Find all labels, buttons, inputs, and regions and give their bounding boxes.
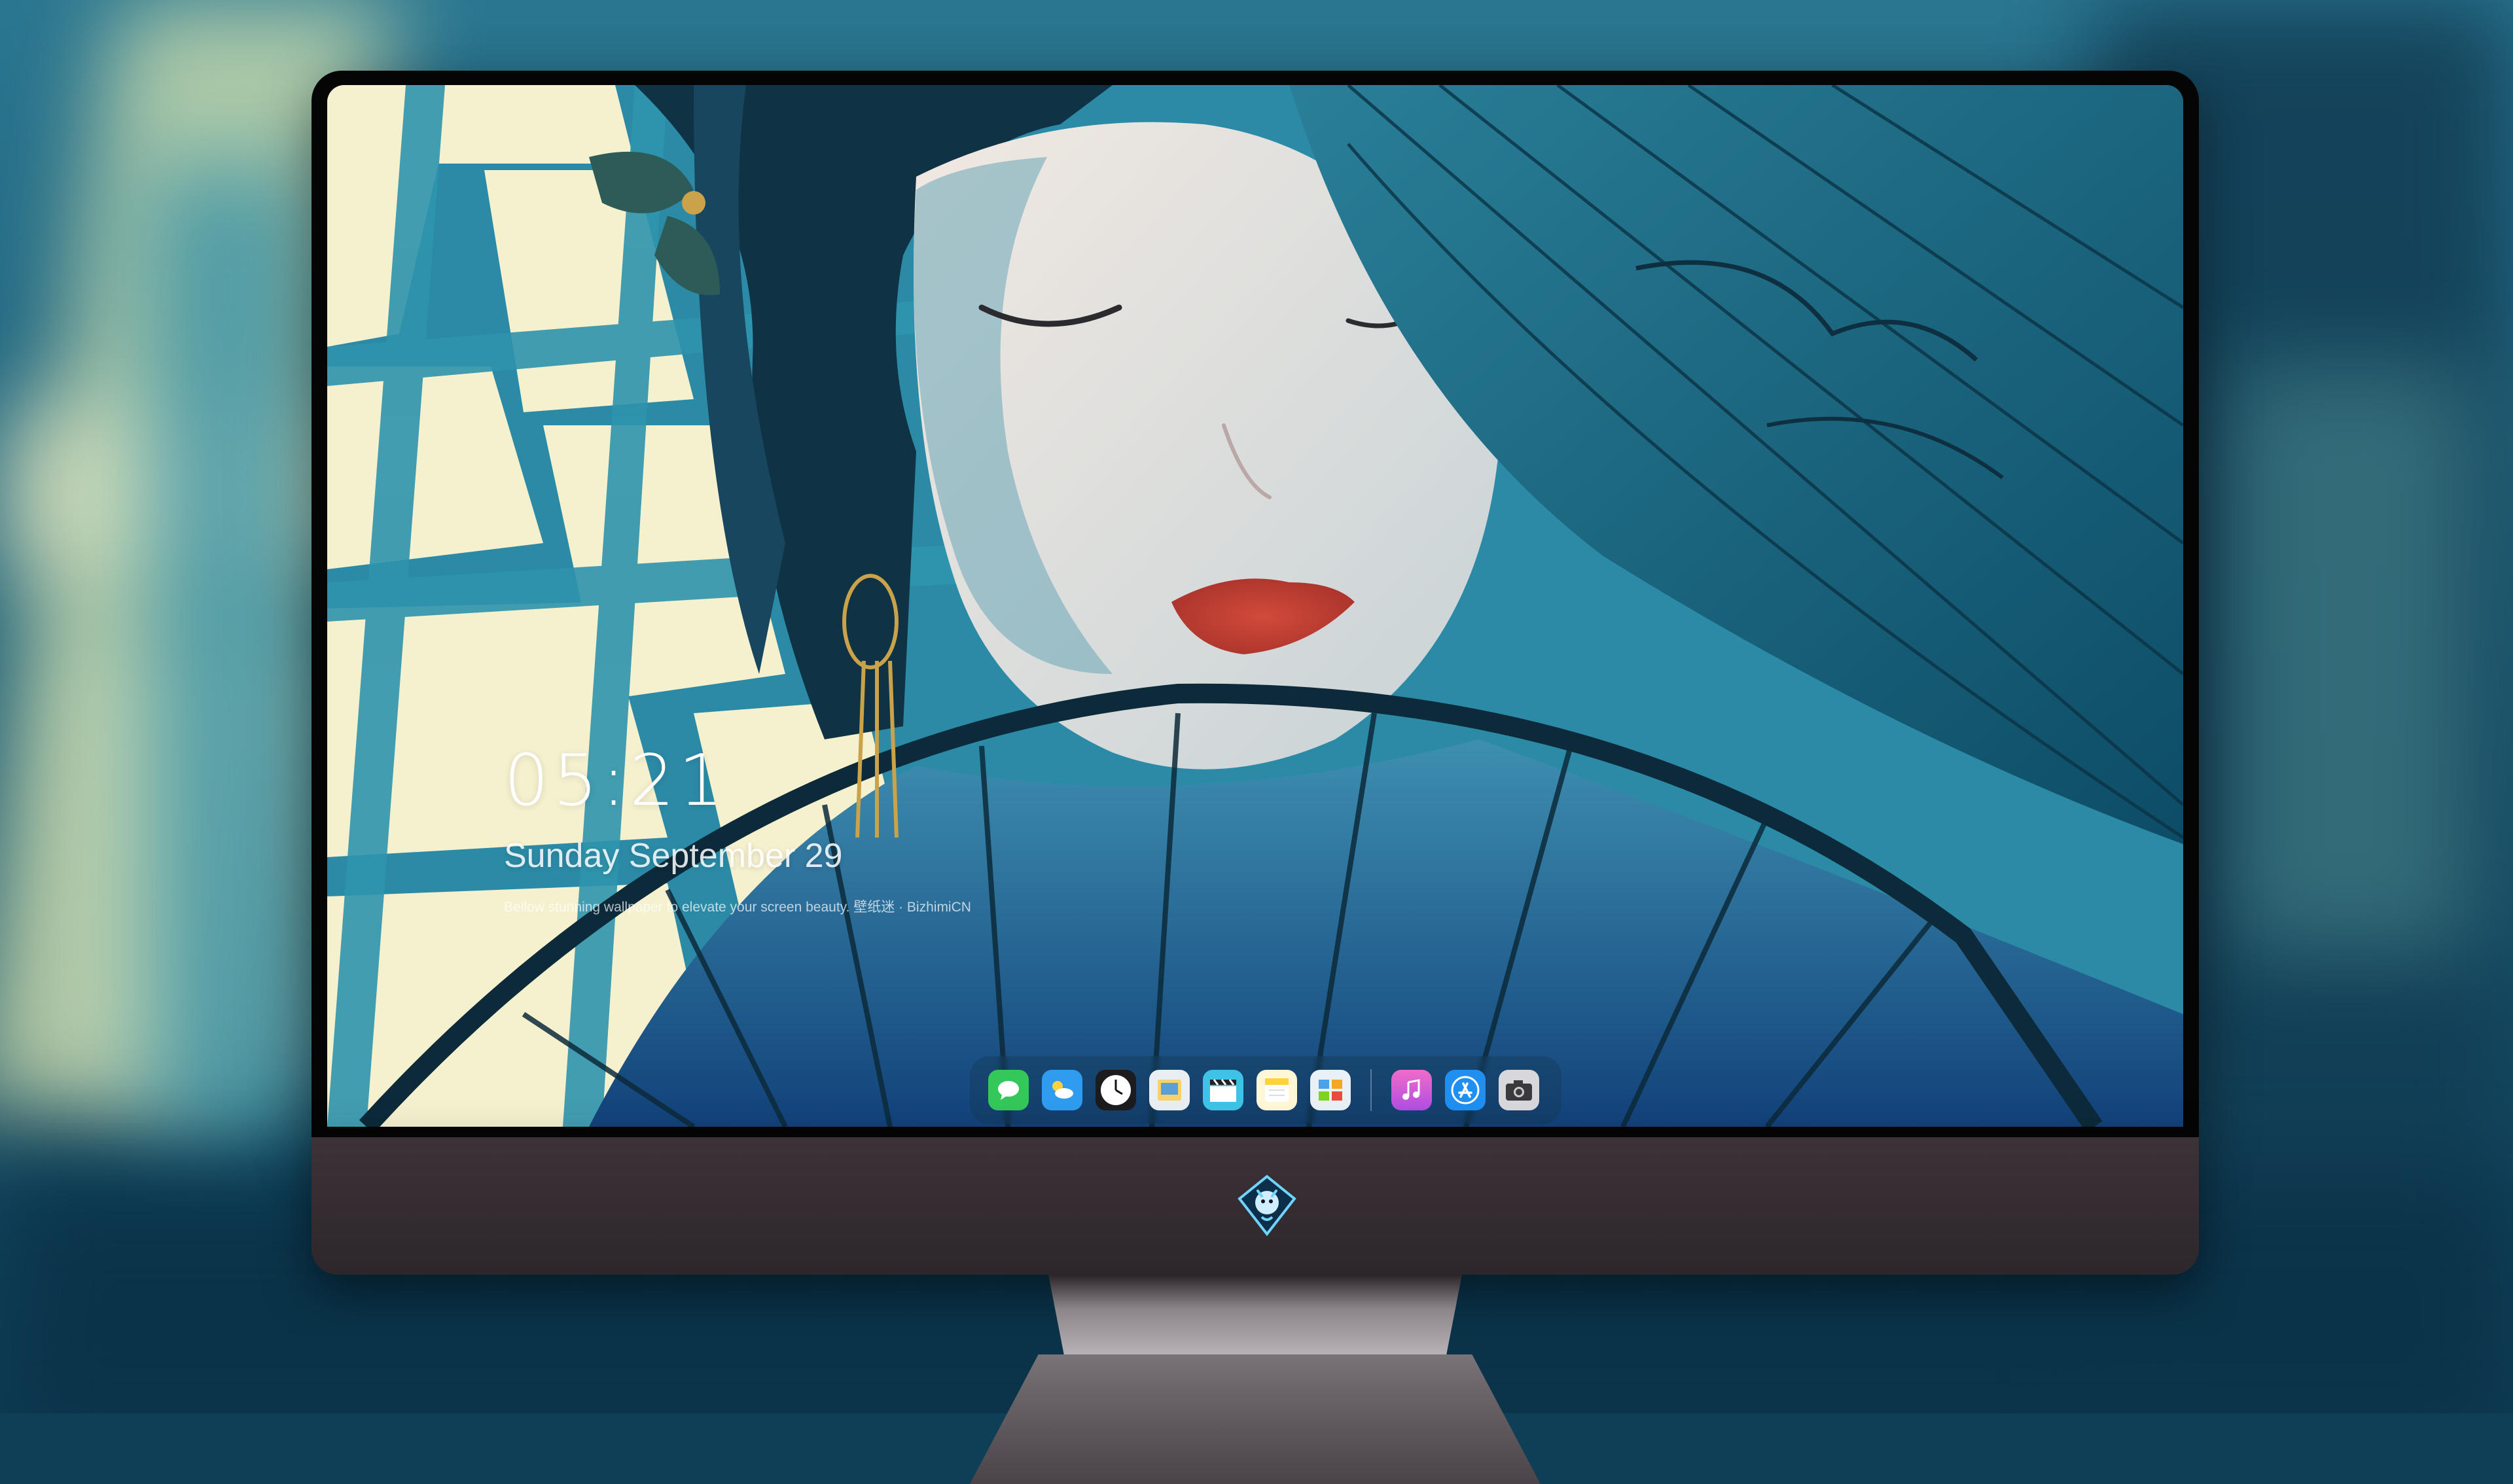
background-soft-glow [2225,366,2474,955]
camera-icon [1506,1080,1532,1101]
desktop-monitor: 05:21 Sunday September 29 Bellow stunnin… [312,71,2199,1484]
dock-separator [1370,1069,1372,1111]
dock-app-notes[interactable] [1256,1070,1297,1110]
app-store-icon [1451,1076,1480,1104]
messages-icon [998,1081,1019,1100]
dock-app-clock[interactable] [1096,1070,1136,1110]
dragon-mascot-icon [1238,1175,1296,1237]
dock-app-camera[interactable] [1499,1070,1539,1110]
notes-icon [1265,1078,1289,1102]
dock [970,1056,1561,1124]
dock-app-photos[interactable] [1310,1070,1351,1110]
lock-time: 05:21 [504,740,728,822]
background-window-shadow [144,164,314,1145]
lock-screen-info: 05:21 Sunday September 29 Bellow stunnin… [504,740,971,915]
dock-app-music[interactable] [1391,1070,1432,1110]
video-clapper-icon [1210,1079,1236,1102]
lock-date: Sunday September 29 [504,837,843,875]
dock-app-preview[interactable] [1149,1070,1190,1110]
music-icon [1402,1079,1420,1100]
dock-app-messages[interactable] [988,1070,1029,1110]
dock-app-weather[interactable] [1042,1070,1082,1110]
preview-icon [1158,1080,1181,1101]
dock-app-app-store[interactable] [1445,1070,1486,1110]
monitor-screen[interactable]: 05:21 Sunday September 29 Bellow stunnin… [327,85,2183,1127]
clock-icon [1101,1075,1131,1105]
monitor-bezel: 05:21 Sunday September 29 Bellow stunnin… [312,71,2199,1137]
photos-icon [1319,1080,1342,1101]
dock-app-video[interactable] [1203,1070,1243,1110]
weather-icon [1052,1081,1073,1099]
monitor-stand-neck [1048,1275,1462,1360]
wallpaper-illustration [327,85,2183,1127]
wallpaper-caption: Bellow stunning wallpaper to elevate you… [504,900,971,915]
monitor-stand-base [970,1354,1541,1484]
